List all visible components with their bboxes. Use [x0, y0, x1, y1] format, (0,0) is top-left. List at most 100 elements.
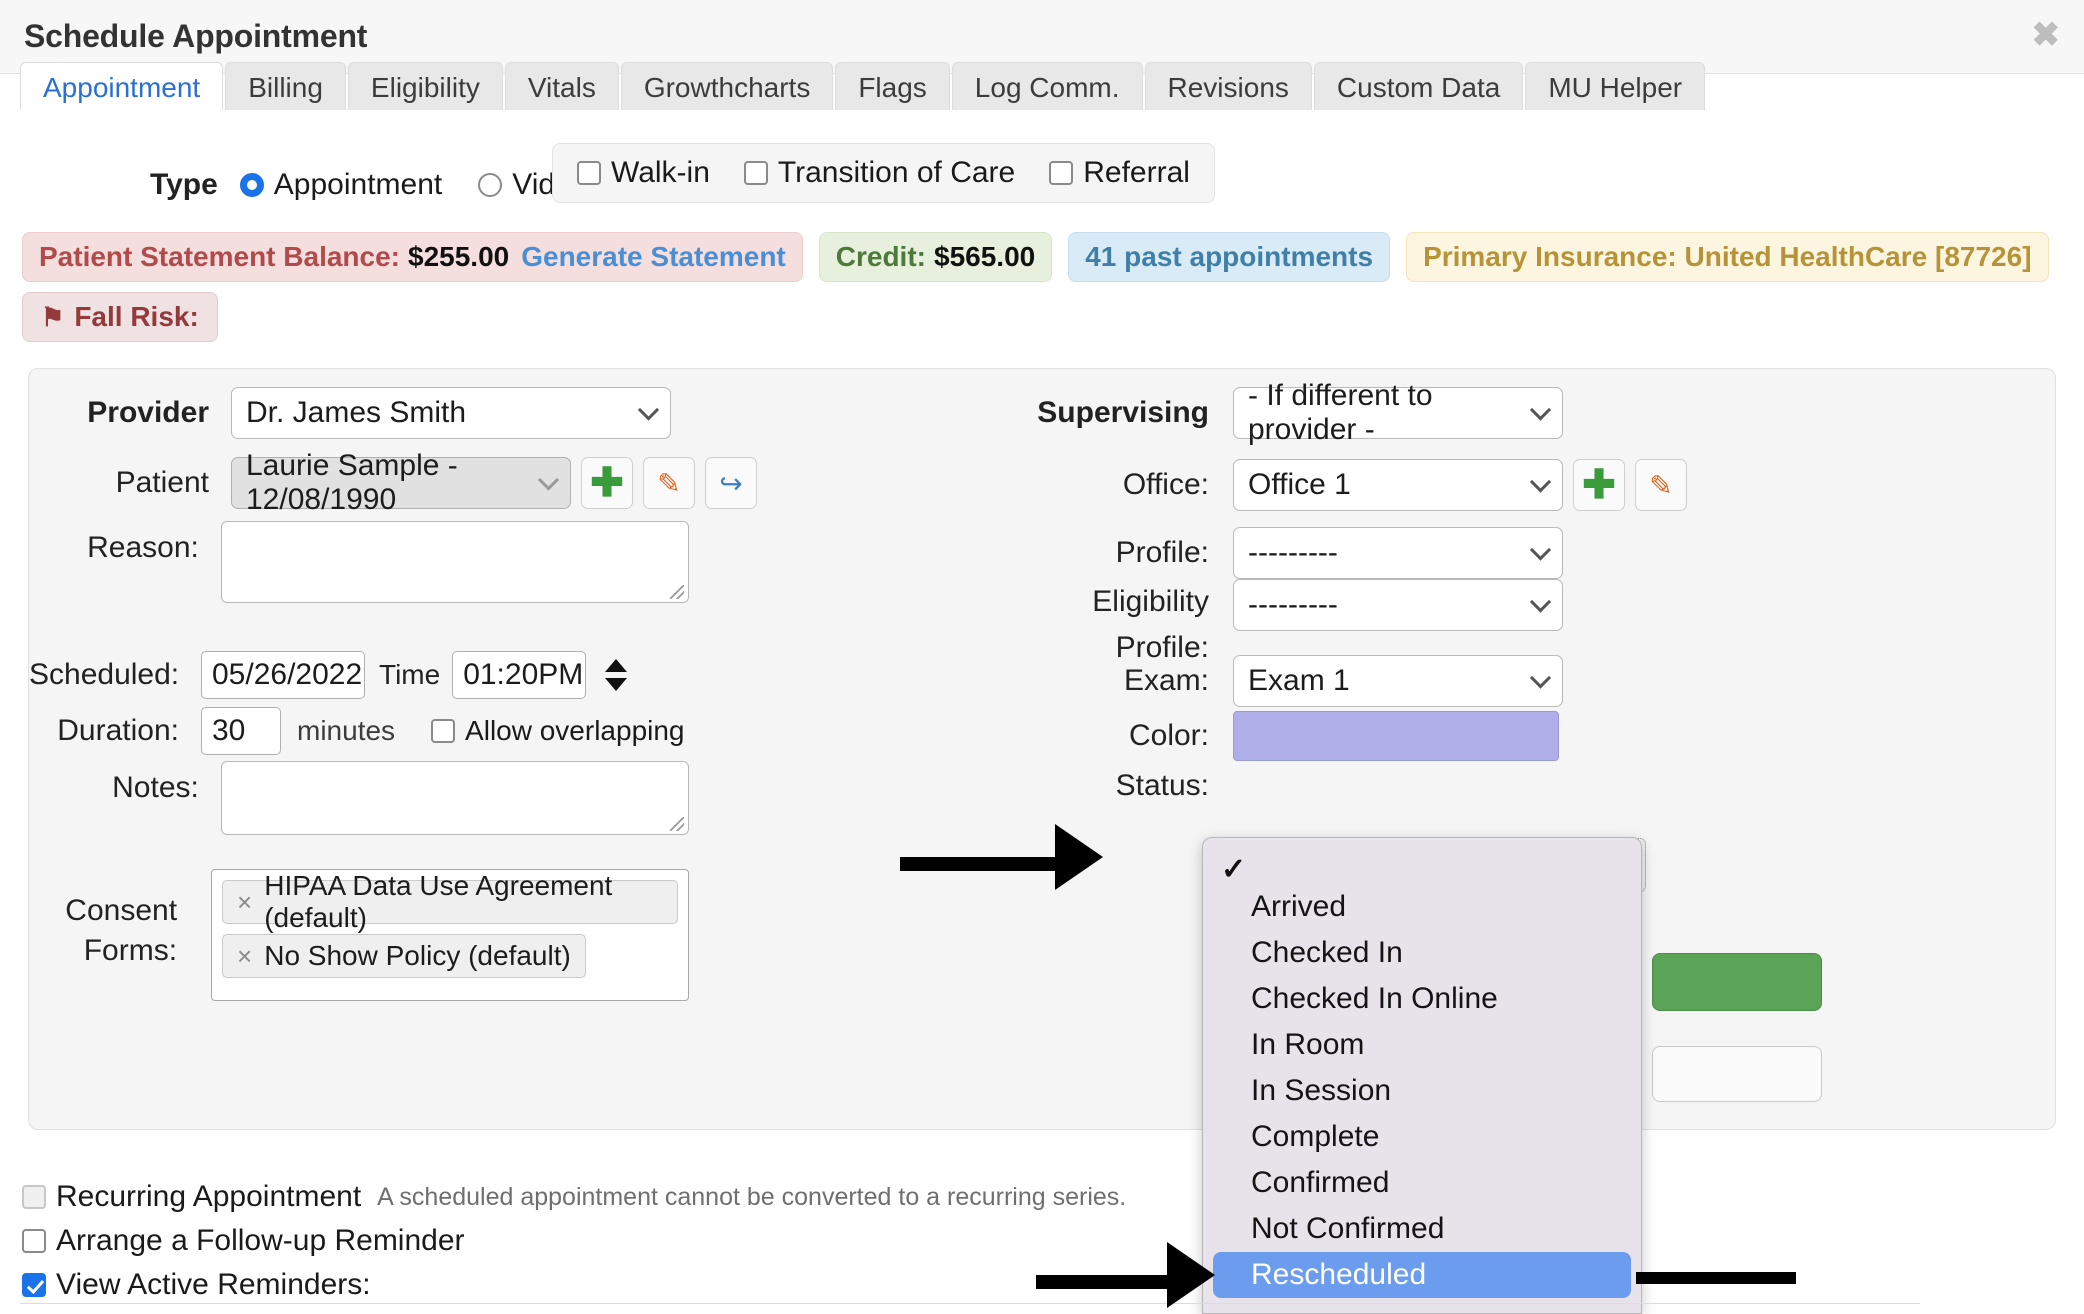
exam-label: Exam: [1123, 664, 1209, 697]
status-option-blank[interactable] [1203, 838, 1641, 884]
notes-textarea[interactable] [220, 761, 689, 835]
edit-office-button[interactable]: ✎ [1635, 459, 1687, 511]
scheduled-label: Scheduled: [29, 658, 180, 691]
duration-input[interactable]: 30 [201, 707, 281, 755]
tab-custom-data[interactable]: Custom Data [1313, 62, 1524, 112]
duration-row: Duration: 30 minutes Allow overlapping [29, 707, 729, 755]
profile-select-value: --------- [1248, 536, 1338, 569]
edit-patient-button[interactable]: ✎ [643, 457, 695, 509]
tab-mu-helper[interactable]: MU Helper [1525, 62, 1706, 112]
checkbox-referral-input[interactable] [1049, 161, 1074, 185]
provider-row: Provider Dr. James Smith [29, 387, 689, 439]
time-input[interactable]: 01:20PM [452, 651, 587, 699]
checkbox-followup-reminder-input[interactable] [22, 1229, 46, 1253]
badge-credit-amount: $565.00 [934, 241, 1036, 272]
patient-select[interactable]: Laurie Sample - 12/08/1990 [231, 449, 571, 516]
profile-select[interactable]: --------- [1233, 527, 1563, 579]
badge-credit: Credit: $565.00 [818, 232, 1053, 282]
schedule-appointment-modal: Schedule Appointment ✖ Appointment Billi… [0, 0, 2084, 1314]
badge-statement-balance: Patient Statement Balance: $255.00 Gener… [22, 232, 803, 282]
notes-label: Notes: [112, 771, 199, 804]
status-option-in-session[interactable]: In Session [1203, 1068, 1641, 1114]
tab-growthcharts[interactable]: Growthcharts [620, 62, 834, 112]
checkbox-recurring-appointment-input[interactable] [22, 1185, 46, 1209]
add-patient-button[interactable]: ✚ [581, 457, 633, 509]
chevron-down-icon [1529, 667, 1552, 689]
consent-forms-label-line1: Consent [65, 894, 178, 927]
tab-flags[interactable]: Flags [835, 62, 950, 112]
radio-appointment[interactable]: Appointment [239, 168, 443, 202]
plus-icon: ✚ [590, 461, 624, 505]
tab-log-comm[interactable]: Log Comm. [951, 62, 1143, 112]
status-dropdown-list[interactable]: ✓ Arrived Checked In Checked In Online I… [1202, 837, 1642, 1314]
reason-textarea[interactable] [220, 521, 689, 603]
checkbox-allow-overlapping[interactable]: Allow overlapping [431, 715, 685, 747]
status-option-checked-in[interactable]: Checked In [1203, 930, 1641, 976]
status-option-not-confirmed[interactable]: Not Confirmed [1203, 1206, 1641, 1252]
tab-revisions[interactable]: Revisions [1144, 62, 1312, 112]
close-icon[interactable]: ✖ [2032, 18, 2061, 52]
office-select[interactable]: Office 1 [1233, 459, 1563, 511]
consent-chip-no-show[interactable]: × No Show Policy (default) [222, 934, 586, 978]
color-label: Color: [1128, 719, 1209, 752]
checkbox-followup-reminder-label: Arrange a Follow-up Reminder [56, 1224, 465, 1257]
exam-select[interactable]: Exam 1 [1233, 655, 1563, 707]
supervising-select[interactable]: - If different to provider - [1233, 379, 1563, 446]
remove-icon[interactable]: × [237, 941, 252, 972]
reason-label: Reason: [87, 531, 199, 564]
patient-badges: Patient Statement Balance: $255.00 Gener… [22, 232, 2065, 282]
tab-billing[interactable]: Billing [225, 62, 346, 112]
badge-statement-balance-label: Patient Statement Balance: [39, 241, 400, 272]
status-option-in-room[interactable]: In Room [1203, 1022, 1641, 1068]
checkbox-transition-of-care[interactable]: Transition of Care [743, 156, 1015, 190]
badge-past-appointments[interactable]: 41 past appointments [1068, 232, 1391, 282]
tab-vitals[interactable]: Vitals [504, 62, 619, 112]
profile-row: Profile: --------- [729, 527, 1929, 579]
status-option-arrived[interactable]: Arrived [1203, 884, 1641, 930]
checkbox-referral-label: Referral [1083, 156, 1190, 189]
consent-chip-hipaa[interactable]: × HIPAA Data Use Agreement (default) [222, 870, 678, 933]
color-swatch[interactable] [1233, 711, 1559, 761]
consent-forms-box[interactable]: × HIPAA Data Use Agreement (default) × N… [211, 869, 689, 1001]
consent-forms-label-line2: Forms: [83, 934, 178, 967]
radio-appointment-input[interactable] [239, 173, 264, 197]
duration-label: Duration: [57, 714, 179, 747]
checkbox-walk-in-input[interactable] [577, 161, 601, 185]
office-select-value: Office 1 [1248, 468, 1351, 501]
consent-chip-hipaa-label: HIPAA Data Use Agreement (default) [264, 870, 613, 933]
bottom-divider [20, 1303, 1920, 1304]
badge-statement-balance-amount: $255.00 [408, 241, 510, 272]
checkbox-view-active-reminders-label: View Active Reminders: [56, 1268, 371, 1301]
radio-video-visit-input[interactable] [478, 173, 503, 197]
checkbox-referral[interactable]: Referral [1049, 156, 1190, 190]
color-row: Color: [729, 711, 1929, 761]
status-label: Status: [1115, 769, 1209, 802]
provider-select[interactable]: Dr. James Smith [231, 387, 671, 439]
checkbox-transition-of-care-input[interactable] [743, 161, 768, 185]
save-button[interactable] [1652, 953, 1822, 1011]
status-option-checked-in-online[interactable]: Checked In Online [1203, 976, 1641, 1022]
status-option-rescheduled[interactable]: Rescheduled [1213, 1252, 1631, 1298]
type-label: Type [150, 168, 218, 201]
cancel-button[interactable] [1652, 1046, 1822, 1102]
scheduled-date-input[interactable]: 05/26/2022 [201, 651, 365, 699]
generate-statement-link[interactable]: Generate Statement [521, 241, 786, 273]
profile-label: Profile: [1115, 536, 1209, 569]
flag-icon: ⚑ [41, 301, 65, 332]
checkbox-view-active-reminders-input[interactable] [22, 1273, 46, 1297]
appointment-form-panel: Provider Dr. James Smith Patient Laurie … [28, 368, 2056, 1130]
status-option-complete[interactable]: Complete [1203, 1114, 1641, 1160]
add-office-button[interactable]: ✚ [1573, 459, 1625, 511]
badge-credit-label: Credit: [835, 241, 926, 272]
chevron-down-icon [1529, 471, 1552, 493]
radio-appointment-label: Appointment [273, 168, 443, 201]
eligibility-profile-select[interactable]: --------- [1233, 579, 1563, 631]
time-stepper-icon[interactable] [600, 651, 628, 699]
tab-eligibility[interactable]: Eligibility [347, 62, 503, 112]
tab-appointment[interactable]: Appointment [20, 62, 224, 112]
checkbox-allow-overlapping-input[interactable] [431, 719, 456, 743]
checkbox-walk-in[interactable]: Walk-in [577, 156, 710, 190]
status-option-confirmed[interactable]: Confirmed [1203, 1160, 1641, 1206]
remove-icon[interactable]: × [237, 887, 252, 918]
reason-row: Reason: [29, 521, 689, 603]
